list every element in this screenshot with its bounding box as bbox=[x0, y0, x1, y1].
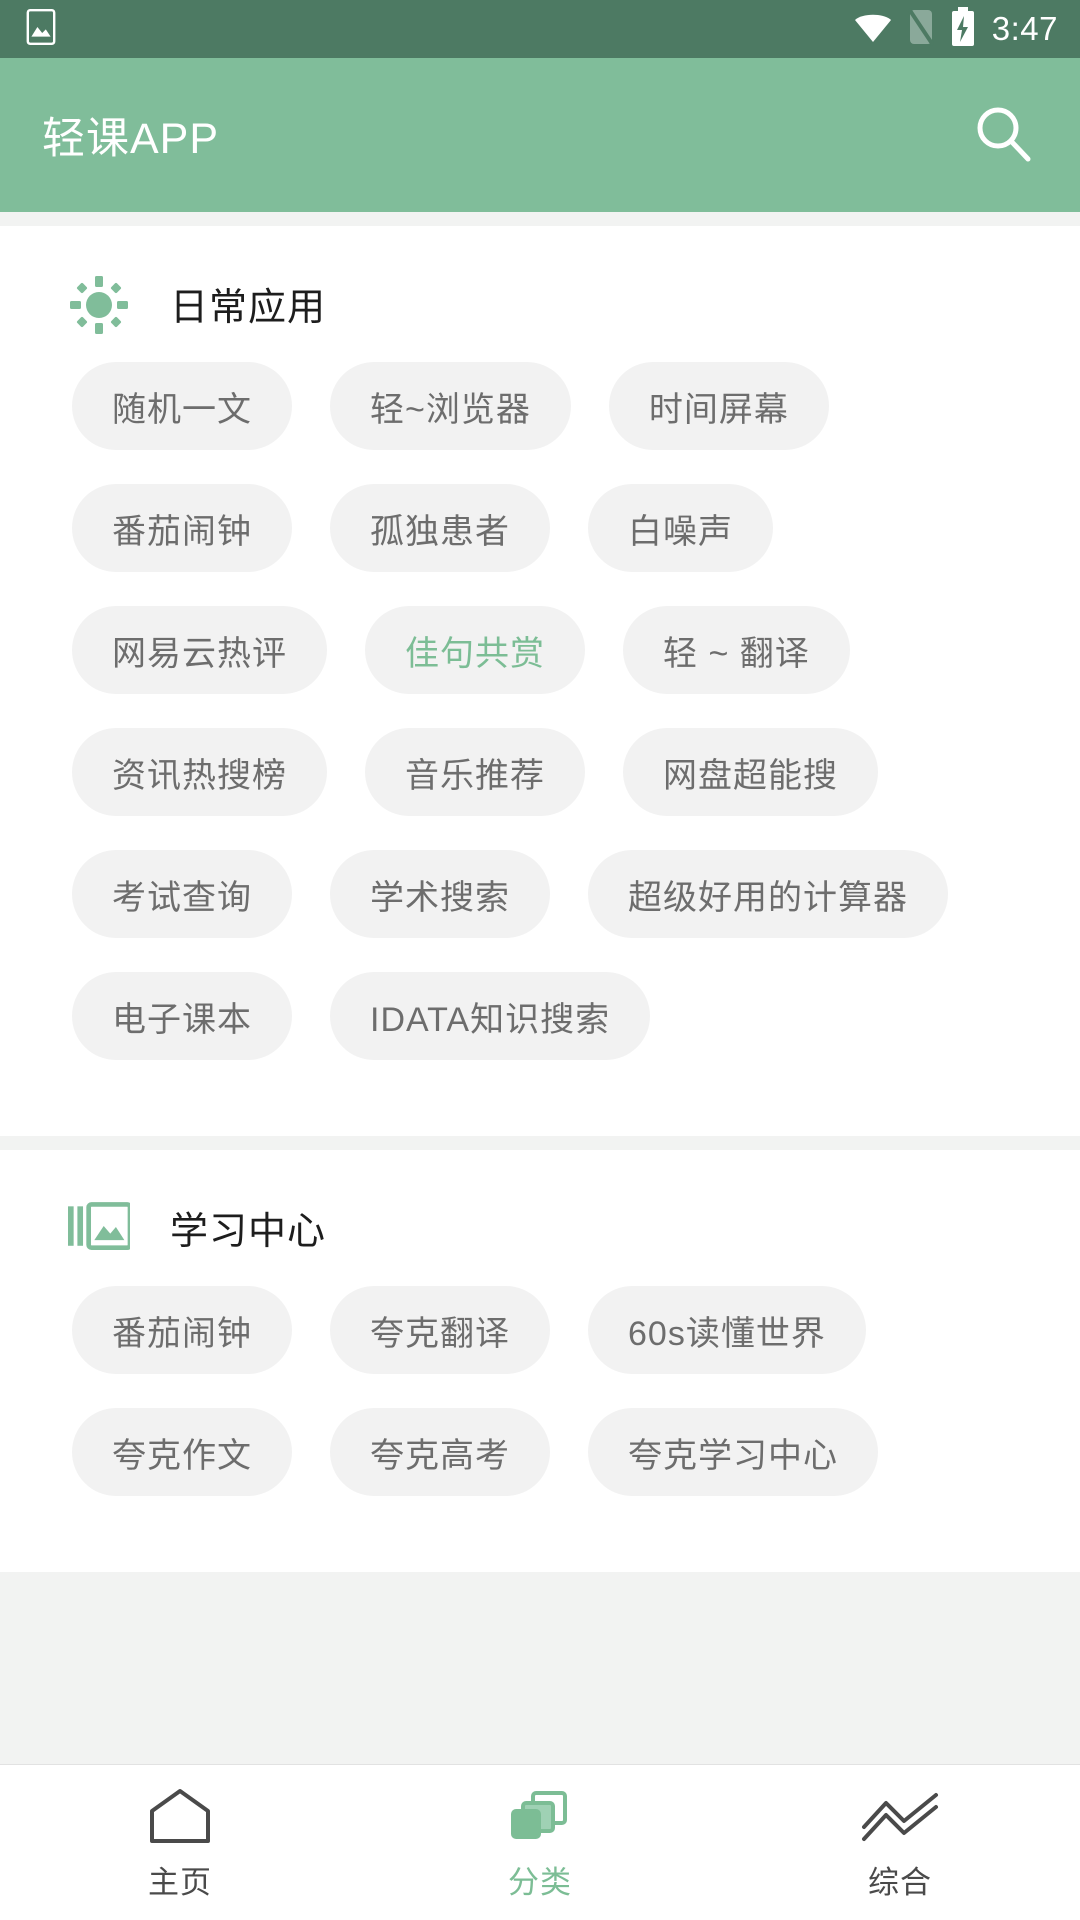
image-chart-icon bbox=[68, 1196, 130, 1258]
battery-charging-icon bbox=[950, 6, 976, 52]
app-chip[interactable]: 时间屏幕 bbox=[608, 362, 829, 450]
wifi-icon bbox=[854, 11, 892, 48]
app-bar: 轻课APP bbox=[0, 58, 1080, 212]
section-header: 日常应用 bbox=[0, 226, 1080, 362]
status-bar-clock: 3:47 bbox=[991, 10, 1058, 47]
app-chip[interactable]: 夸克高考 bbox=[330, 1408, 550, 1496]
app-chip-selected[interactable]: 佳句共赏 bbox=[365, 606, 585, 694]
bottom-navigation-bar: 主页 分类 综合 bbox=[0, 1764, 1080, 1920]
section-study-center: 学习中心 番茄闹钟 夸克翻译 60s读懂世界 夸克作文 夸克高考 夸克学习中心 bbox=[0, 1150, 1080, 1572]
app-chip[interactable]: 轻~浏览器 bbox=[330, 362, 571, 450]
brightness-sun-icon bbox=[68, 272, 130, 334]
app-chip[interactable]: 夸克翻译 bbox=[330, 1286, 550, 1374]
app-chip[interactable]: 随机一文 bbox=[72, 362, 292, 450]
app-chip[interactable]: 60s读懂世界 bbox=[588, 1286, 866, 1374]
app-chip[interactable]: 电子课本 bbox=[72, 972, 292, 1060]
app-chip[interactable]: 超级好用的计算器 bbox=[588, 850, 948, 938]
chip-list-daily-apps: 随机一文 轻~浏览器 时间屏幕 番茄闹钟 孤独患者 白噪声 网易云热评 佳句共赏… bbox=[0, 362, 1080, 1094]
app-chip[interactable]: 白噪声 bbox=[588, 484, 773, 572]
app-chip[interactable]: 夸克学习中心 bbox=[588, 1408, 878, 1496]
app-chip[interactable]: 孤独患者 bbox=[330, 484, 550, 572]
app-chip[interactable]: 考试查询 bbox=[72, 850, 292, 938]
section-title: 日常应用 bbox=[170, 286, 327, 329]
layers-icon bbox=[507, 1783, 573, 1845]
app-chip[interactable]: 网易云热评 bbox=[72, 606, 327, 694]
nav-item-home[interactable]: 主页 bbox=[0, 1783, 360, 1902]
app-chip[interactable]: 音乐推荐 bbox=[365, 728, 585, 816]
nav-item-categories[interactable]: 分类 bbox=[360, 1783, 720, 1902]
section-divider bbox=[0, 1136, 1080, 1150]
section-divider bbox=[0, 212, 1080, 226]
image-icon bbox=[26, 8, 56, 50]
nav-label: 主页 bbox=[148, 1865, 212, 1900]
nav-label: 分类 bbox=[508, 1865, 572, 1900]
no-sim-icon bbox=[907, 7, 935, 51]
app-chip[interactable]: 番茄闹钟 bbox=[72, 484, 292, 572]
nav-item-comprehensive[interactable]: 综合 bbox=[720, 1783, 1080, 1902]
app-chip[interactable]: 学术搜索 bbox=[330, 850, 550, 938]
app-chip[interactable]: 网盘超能搜 bbox=[623, 728, 878, 816]
nav-label: 综合 bbox=[868, 1865, 932, 1900]
content-scroll-area[interactable]: 日常应用 随机一文 轻~浏览器 时间屏幕 番茄闹钟 孤独患者 白噪声 网易云热评… bbox=[0, 212, 1080, 1920]
app-chip[interactable]: 资讯热搜榜 bbox=[72, 728, 327, 816]
app-chip[interactable]: 番茄闹钟 bbox=[72, 1286, 292, 1374]
status-bar: 3:47 bbox=[0, 0, 1080, 58]
app-chip[interactable]: 轻 ~ 翻译 bbox=[623, 606, 850, 694]
search-button[interactable] bbox=[968, 100, 1038, 170]
app-chip[interactable]: IDATA知识搜索 bbox=[330, 972, 651, 1060]
home-icon bbox=[147, 1783, 213, 1845]
section-daily-apps: 日常应用 随机一文 轻~浏览器 时间屏幕 番茄闹钟 孤独患者 白噪声 网易云热评… bbox=[0, 226, 1080, 1136]
app-chip[interactable]: 夸克作文 bbox=[72, 1408, 292, 1496]
section-title: 学习中心 bbox=[170, 1210, 327, 1253]
search-icon bbox=[972, 102, 1034, 169]
app-title: 轻课APP bbox=[42, 115, 220, 163]
chip-list-study-center: 番茄闹钟 夸克翻译 60s读懂世界 夸克作文 夸克高考 夸克学习中心 bbox=[0, 1286, 1080, 1530]
status-bar-right: 3:47 bbox=[854, 0, 1058, 58]
section-header: 学习中心 bbox=[0, 1150, 1080, 1286]
status-bar-left bbox=[26, 8, 854, 50]
chart-line-icon bbox=[860, 1783, 940, 1845]
